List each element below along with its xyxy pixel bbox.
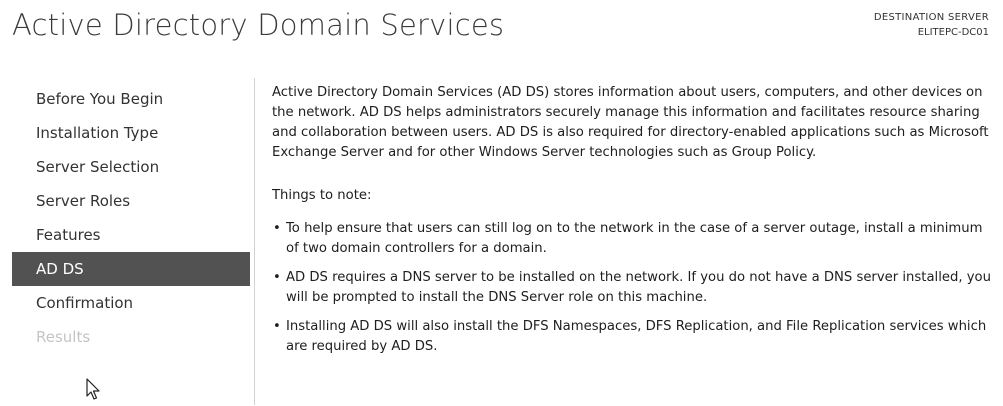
list-item: • Installing AD DS will also install the… (272, 317, 994, 357)
list-item: • AD DS requires a DNS server to be inst… (272, 268, 994, 308)
notes-heading: Things to note: (272, 188, 372, 203)
list-item: • To help ensure that users can still lo… (272, 219, 994, 259)
destination-server: DESTINATION SERVER ELITEPC-DC01 (874, 10, 989, 40)
nav-item-before-you-begin[interactable]: Before You Begin (12, 82, 250, 116)
main-content: Active Directory Domain Services (AD DS)… (272, 83, 994, 366)
nav-item-features[interactable]: Features (12, 218, 250, 252)
bullet-icon: • (273, 270, 281, 285)
bullet-icon: • (273, 221, 281, 236)
intro-paragraph: Active Directory Domain Services (AD DS)… (272, 85, 989, 160)
nav-item-confirmation[interactable]: Confirmation (12, 286, 250, 320)
wizard-navigation: Before You Begin Installation Type Serve… (12, 82, 250, 354)
mouse-pointer-icon (86, 378, 102, 406)
note-text: AD DS requires a DNS server to be instal… (286, 270, 991, 305)
nav-item-server-roles[interactable]: Server Roles (12, 184, 250, 218)
page-title: Active Directory Domain Services (12, 8, 505, 42)
note-text: To help ensure that users can still log … (286, 221, 983, 256)
nav-item-results: Results (36, 328, 91, 346)
destination-server-value: ELITEPC-DC01 (917, 27, 989, 38)
sidebar-divider (254, 78, 255, 405)
note-text: Installing AD DS will also install the D… (286, 319, 987, 354)
nav-item-installation-type[interactable]: Installation Type (12, 116, 250, 150)
nav-item-server-selection[interactable]: Server Selection (12, 150, 250, 184)
nav-item-ad-ds[interactable]: AD DS (12, 252, 250, 286)
destination-server-label: DESTINATION SERVER (873, 12, 989, 23)
bullet-icon: • (273, 319, 281, 334)
notes-list: • To help ensure that users can still lo… (272, 219, 994, 357)
